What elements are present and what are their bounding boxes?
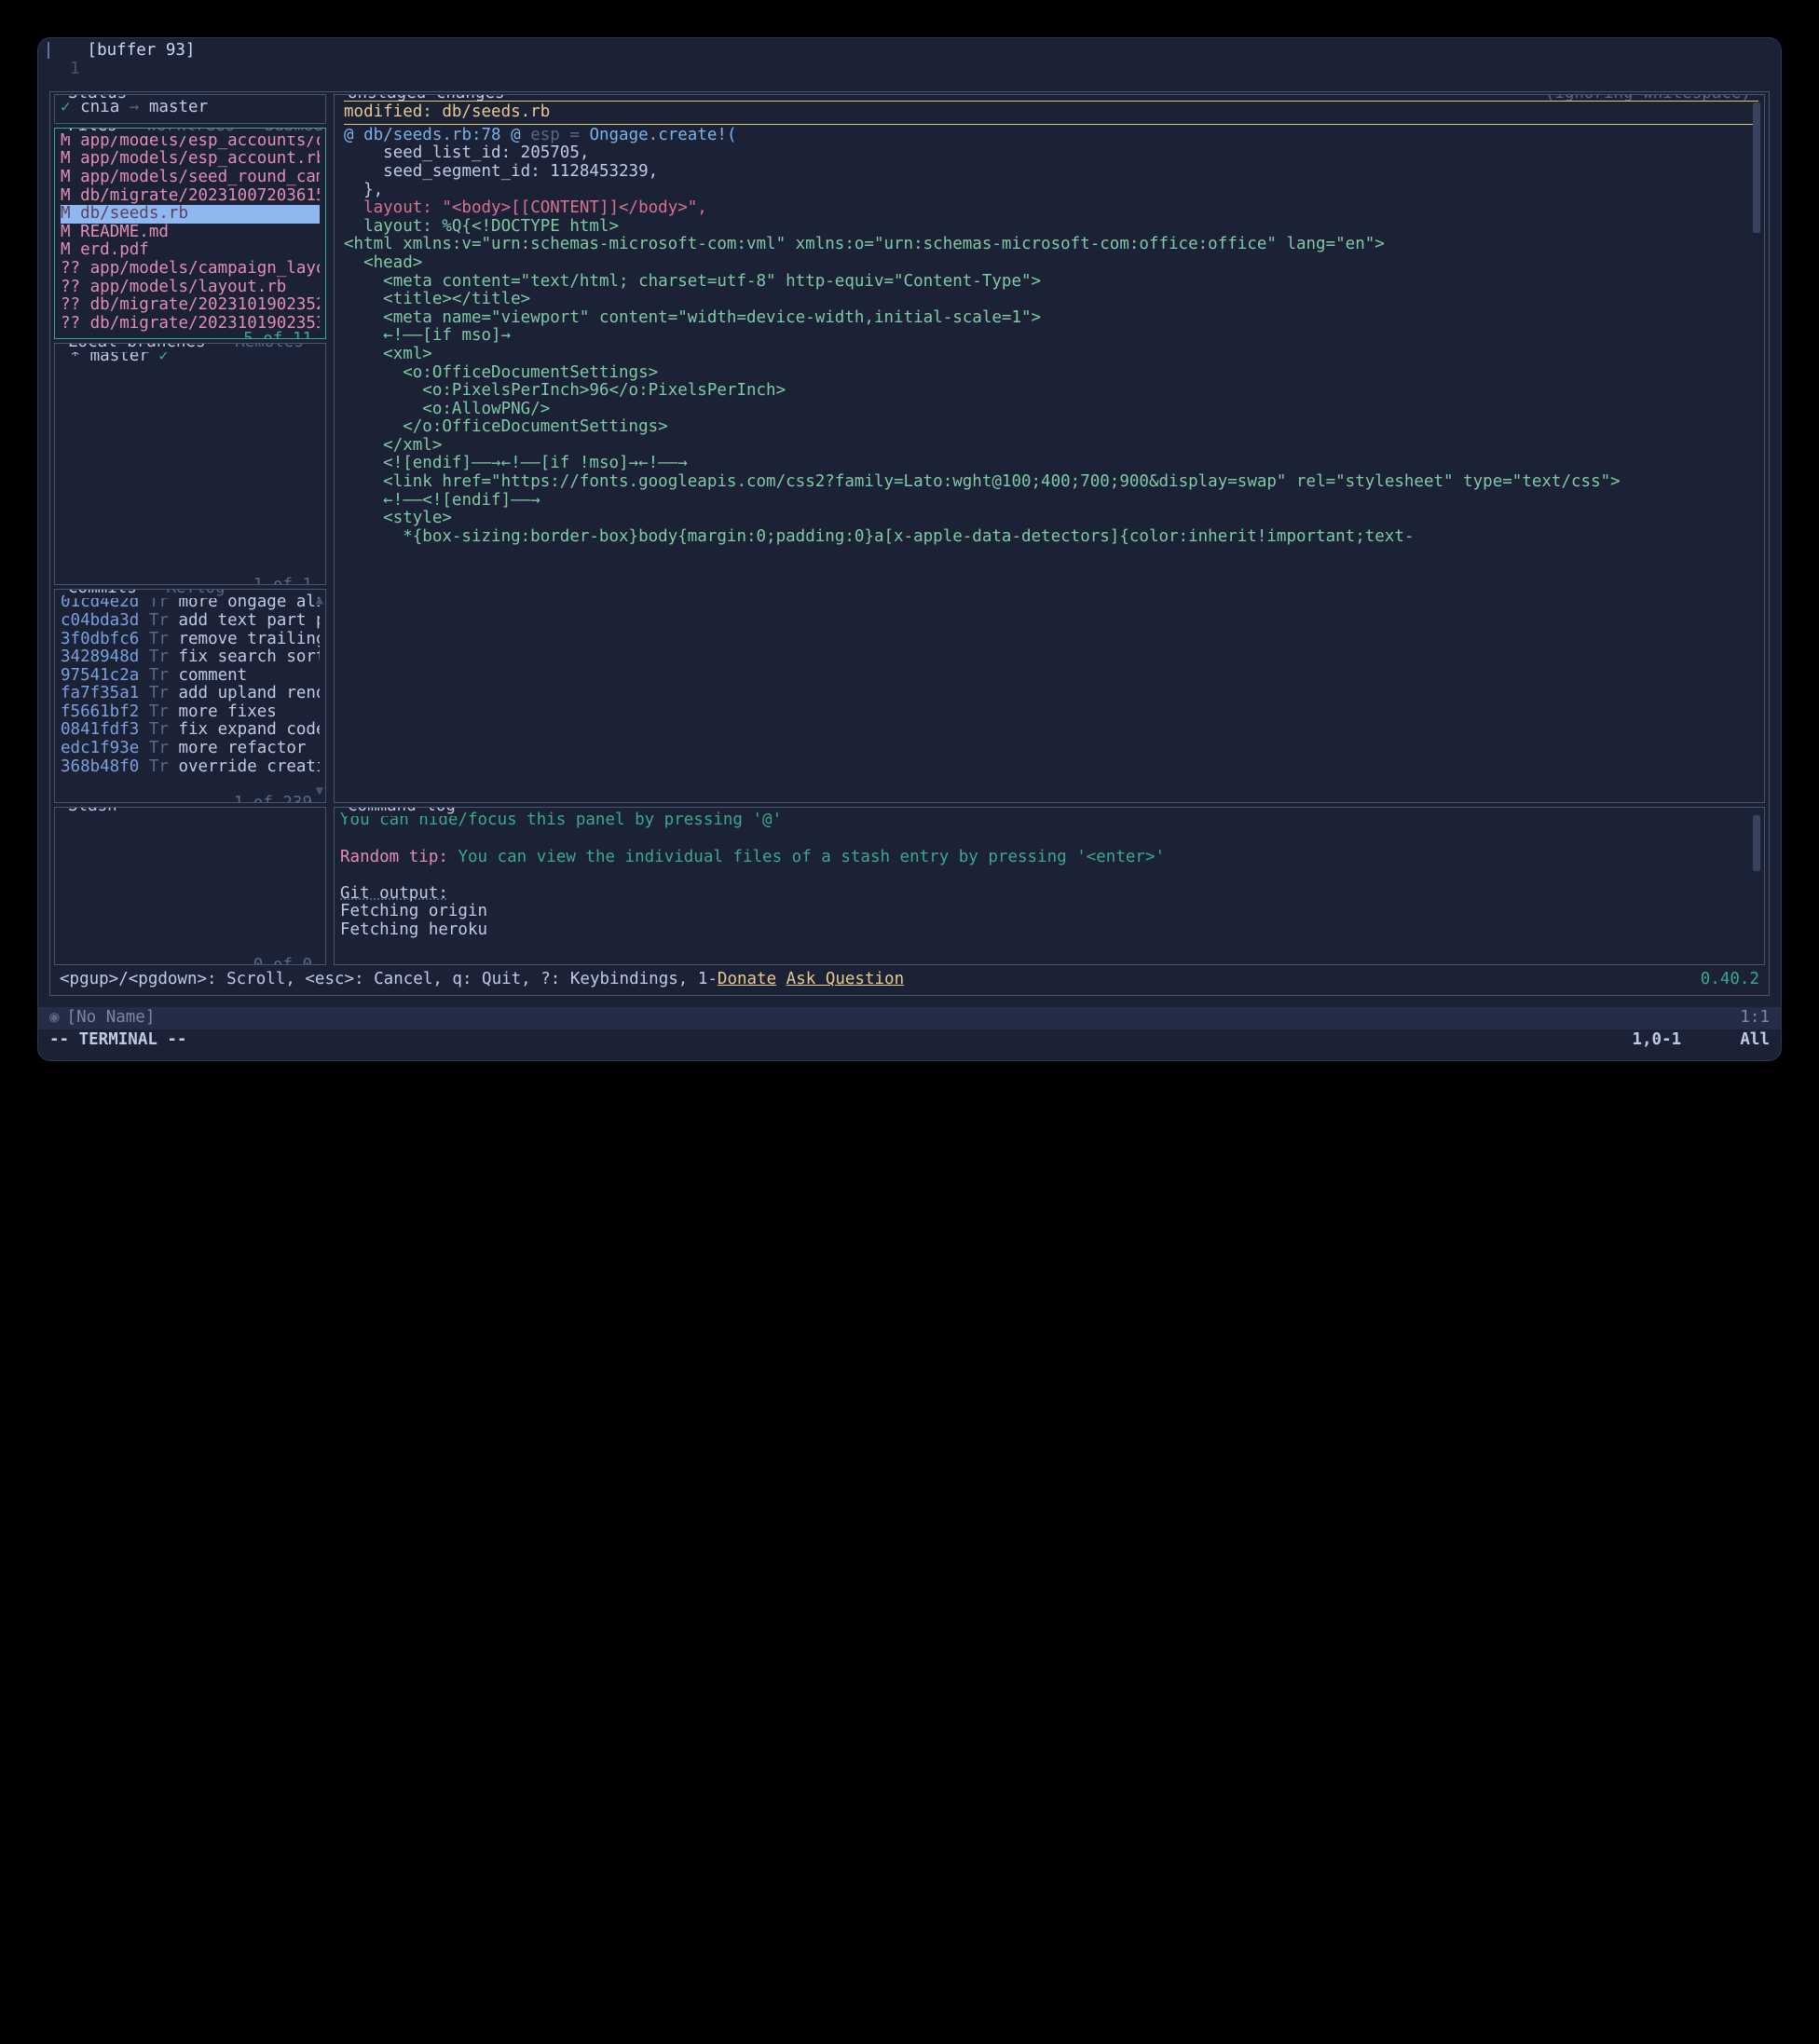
commits-tab[interactable]: Commits bbox=[68, 589, 137, 597]
vim-statusline: ◉ [No Name] 1:1 bbox=[38, 1007, 1781, 1029]
git-output-label: Git output: bbox=[340, 884, 448, 903]
stash-title: Stash bbox=[68, 807, 117, 815]
files-list: M app/models/esp_accounts/ong M app/mode… bbox=[61, 132, 320, 334]
scroll-up-icon[interactable]: ▲ bbox=[316, 593, 323, 608]
diff-deleted-line[interactable]: layout: "<body>[[CONTENT]]</body>", bbox=[344, 199, 1758, 218]
help-bar: <pgup>/<pgdown>: Scroll, <esc>: Cancel, … bbox=[50, 967, 1769, 995]
file-row[interactable]: M app/models/seed_round_campa bbox=[61, 169, 320, 187]
diff-hunk-header: @ db/seeds.rb:78 @ esp = Ongage.create!( bbox=[344, 127, 1758, 145]
file-row[interactable]: ?? app/models/campaign_layout. bbox=[61, 260, 320, 279]
commits-panel[interactable]: Commits - Reflog 01cd4e2d Tr more ongage… bbox=[54, 589, 326, 803]
branch-name: master bbox=[149, 98, 208, 116]
cursor-indicator bbox=[48, 42, 49, 59]
status-title: Status bbox=[68, 94, 127, 102]
submodules-tab[interactable]: Submodul bbox=[265, 128, 326, 136]
eye-icon: ◉ bbox=[49, 1008, 60, 1027]
branches-count: 1 of 1 bbox=[250, 577, 316, 585]
commit-row[interactable]: c04bda3d Tr add text part proc bbox=[61, 612, 320, 631]
files-count: 5 of 11 bbox=[239, 331, 316, 339]
commit-row[interactable]: 3f0dbfc6 Tr remove trailing bbox=[61, 631, 320, 649]
branches-panel[interactable]: Local branches - Remotes - T * master ✓ … bbox=[54, 343, 326, 585]
remotes-tab[interactable]: Remotes bbox=[235, 343, 304, 351]
stash-panel[interactable]: Stash 0 of 0 bbox=[54, 807, 326, 965]
file-row[interactable]: M app/models/esp_account.rb bbox=[61, 150, 320, 169]
file-row[interactable]: ?? app/models/layout.rb bbox=[61, 279, 320, 297]
diff-context-line[interactable]: }, bbox=[344, 182, 1758, 200]
vim-cursor-pos: 1,0-1 bbox=[1632, 1030, 1681, 1049]
worktrees-tab[interactable]: Worktrees bbox=[146, 128, 235, 136]
vim-pos: 1:1 bbox=[1740, 1009, 1770, 1028]
help-keys: <pgup>/<pgdown>: Scroll, <esc>: Cancel, … bbox=[60, 970, 718, 988]
diff-context-line[interactable]: seed_segment_id: 1128453239, bbox=[344, 163, 1758, 182]
files-panel[interactable]: Files - Worktrees - Submodul M app/model… bbox=[54, 128, 326, 340]
vim-noname: [No Name] bbox=[67, 1008, 156, 1027]
commits-scrollbar[interactable]: ▲ ▼ bbox=[314, 593, 323, 798]
vim-mode: -- TERMINAL -- bbox=[49, 1031, 187, 1050]
git-output-line: Fetching origin bbox=[340, 902, 487, 920]
cmdlog-scrollbar[interactable] bbox=[1753, 815, 1760, 957]
line-number: 1 bbox=[70, 60, 80, 78]
diff-added-line[interactable]: layout: %Q{<!DOCTYPE html> <html xmlns:v… bbox=[344, 218, 1758, 547]
lazygit-app: Status ✓ chia → master Files - Worktrees… bbox=[49, 91, 1770, 996]
diff-panel[interactable]: Unstaged changes (ignoring whitespace) m… bbox=[334, 94, 1765, 803]
cmdlog-title: Command log bbox=[348, 807, 456, 815]
commits-list: 01cd4e2d Tr more ongage alignmc04bda3d T… bbox=[61, 593, 320, 776]
version: 0.40.2 bbox=[1701, 971, 1759, 989]
commit-row[interactable]: 97541c2a Tr comment bbox=[61, 667, 320, 686]
file-row[interactable]: ?? db/migrate/20231019023525_c bbox=[61, 296, 320, 315]
commit-row[interactable]: 3428948d Tr fix search sorting bbox=[61, 648, 320, 667]
vim-modeline: -- TERMINAL -- 1,0-1 All bbox=[38, 1029, 1781, 1061]
file-row[interactable]: M db/migrate/20231007203615_c bbox=[61, 187, 320, 206]
buffer-label: [buffer 93] bbox=[88, 41, 196, 60]
diff-modified-file: modified: db/seeds.rb bbox=[344, 103, 1758, 122]
commit-row[interactable]: edc1f93e Tr more refactor bbox=[61, 740, 320, 758]
vim-scroll-pos: All bbox=[1740, 1030, 1770, 1049]
files-tab[interactable]: Files bbox=[68, 128, 117, 136]
commit-row[interactable]: 368b48f0 Tr override creative bbox=[61, 758, 320, 777]
diff-context-line[interactable]: seed_list_id: 205705, bbox=[344, 144, 1758, 163]
random-tip-label: Random tip: bbox=[340, 848, 448, 866]
commit-row[interactable]: 0841fdf3 Tr fix expand code bbox=[61, 721, 320, 740]
tab-bar: [buffer 93] 1 bbox=[38, 38, 1781, 80]
local-branches-tab[interactable]: Local branches bbox=[68, 343, 206, 351]
commit-row[interactable]: f5661bf2 Tr more fixes bbox=[61, 703, 320, 722]
window-frame: [buffer 93] 1 Status ✓ chia → master Fil… bbox=[37, 37, 1782, 1061]
file-row[interactable]: M db/seeds.rb bbox=[61, 205, 320, 224]
scroll-down-icon[interactable]: ▼ bbox=[316, 784, 323, 799]
reflog-tab[interactable]: Reflog bbox=[166, 589, 225, 597]
donate-link[interactable]: Donate bbox=[718, 970, 776, 988]
file-row[interactable]: M README.md bbox=[61, 224, 320, 242]
ask-question-link[interactable]: Ask Question bbox=[786, 970, 904, 988]
file-row[interactable]: M erd.pdf bbox=[61, 241, 320, 260]
random-tip-text: You can view the individual files of a s… bbox=[448, 848, 1165, 866]
commit-row[interactable]: fa7f35a1 Tr add upland renderi bbox=[61, 685, 320, 703]
stash-count: 0 of 0 bbox=[250, 957, 316, 965]
diff-scrollbar[interactable] bbox=[1753, 102, 1760, 795]
status-panel[interactable]: Status ✓ chia → master bbox=[54, 94, 326, 124]
git-output-line: Fetching heroku bbox=[340, 920, 487, 939]
commits-count: 1 of 239 bbox=[230, 795, 316, 803]
arrow-icon: → bbox=[130, 98, 140, 116]
command-log-panel[interactable]: Command log You can hide/focus this pane… bbox=[334, 807, 1765, 965]
